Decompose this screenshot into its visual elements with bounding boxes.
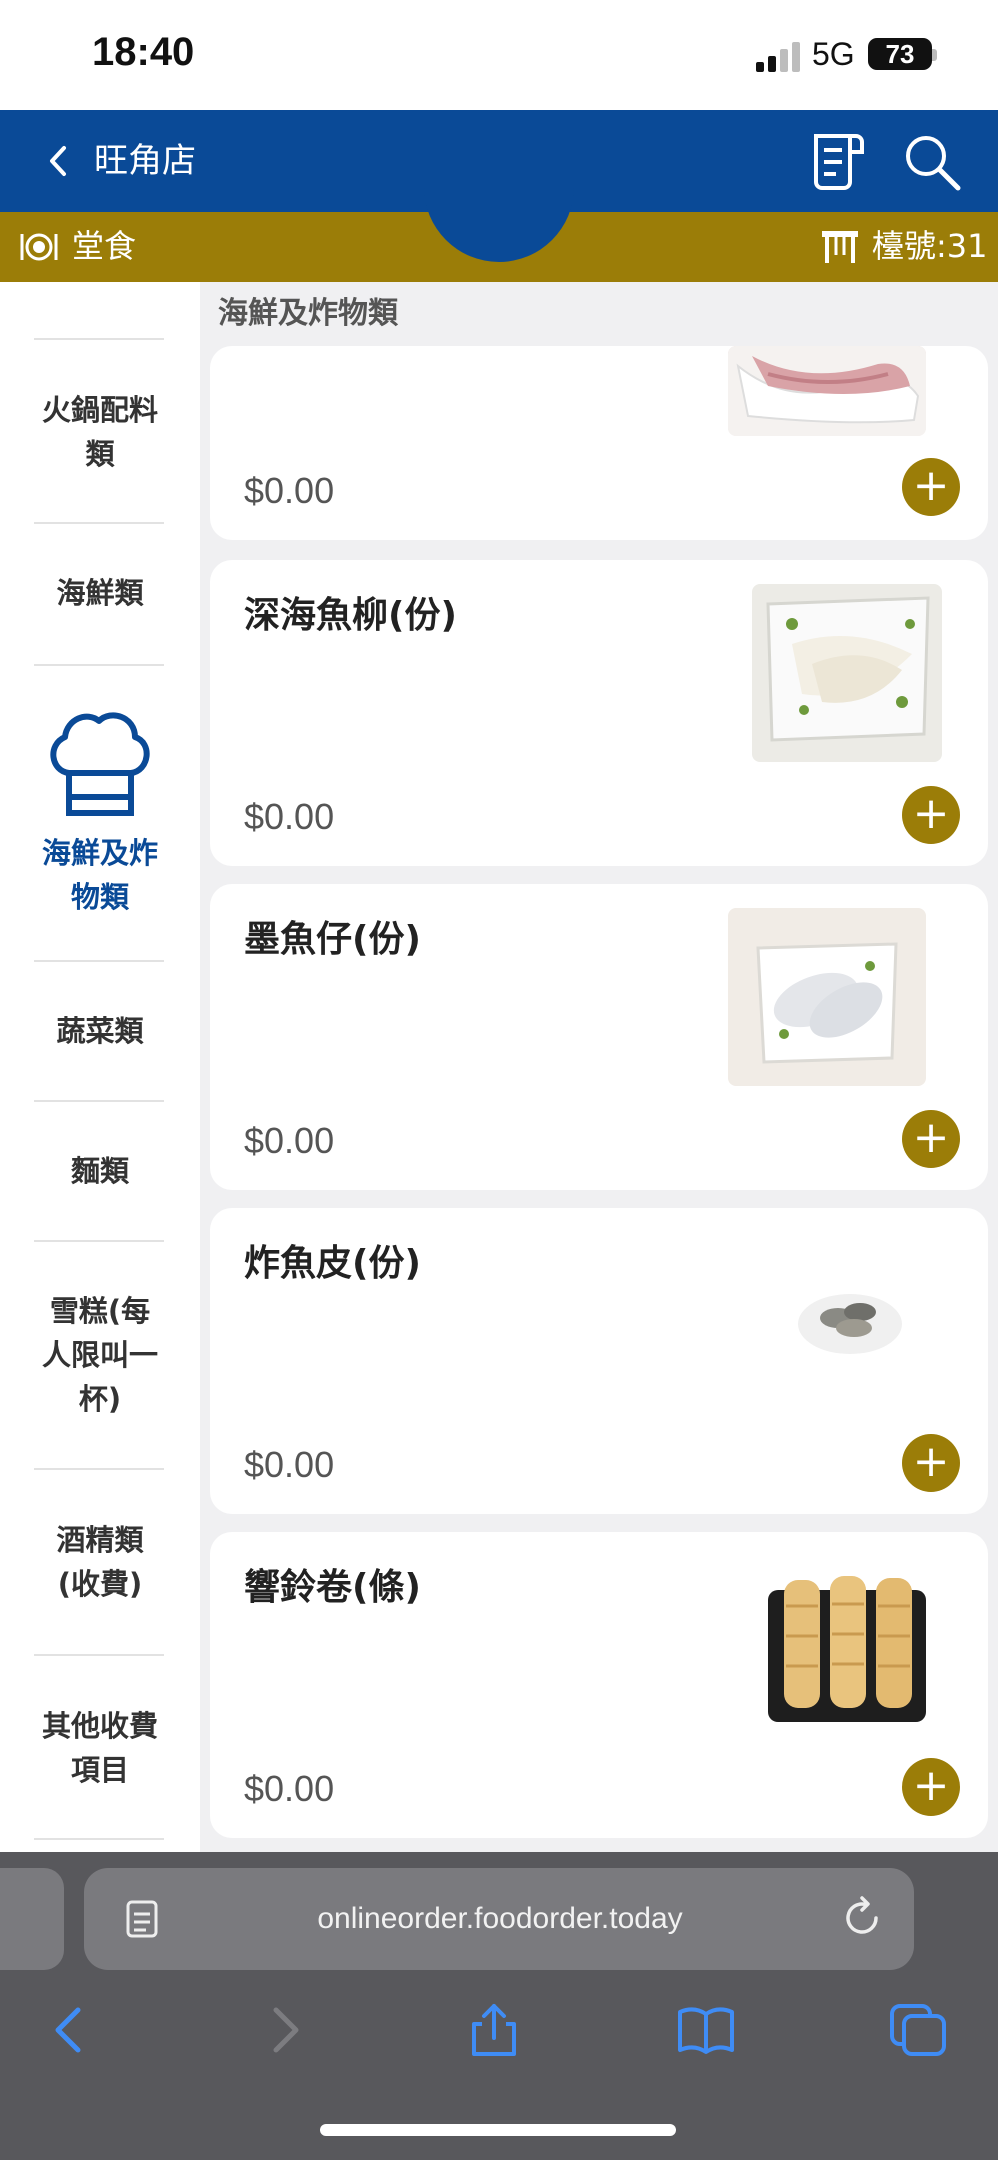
cuttlefish-image bbox=[728, 908, 926, 1086]
url-text[interactable]: onlineorder.foodorder.today bbox=[200, 1898, 800, 1940]
battery-nub bbox=[932, 49, 937, 61]
sidebar-item-noodles[interactable]: 麵類 bbox=[0, 1102, 200, 1240]
sidebar-divider bbox=[34, 1838, 164, 1840]
menu-item-card[interactable]: 響鈴卷(條) $0.00 + bbox=[210, 1532, 988, 1838]
add-item-button[interactable]: + bbox=[902, 458, 960, 516]
sidebar-item-alcohol[interactable]: 酒精類(收費) bbox=[0, 1470, 200, 1654]
fried-fish-skin-photo bbox=[790, 1266, 910, 1366]
back-icon[interactable] bbox=[38, 138, 78, 184]
sidebar-item-label: 麵類 bbox=[70, 1154, 129, 1188]
dine-in-icon bbox=[20, 233, 58, 261]
sidebar-item-label: 火鍋配料類 bbox=[41, 393, 158, 471]
browser-back-icon[interactable] bbox=[40, 2002, 100, 2058]
sidebar-item-other-charges[interactable]: 其他收費項目 bbox=[0, 1656, 200, 1840]
dine-in-label: 堂食 bbox=[72, 227, 137, 265]
sidebar-divider bbox=[34, 338, 164, 340]
table-number: 檯號:31 bbox=[872, 227, 988, 265]
table-icon bbox=[822, 231, 858, 263]
sidebar-item-label: 雪糕(每人限叫一杯) bbox=[41, 1294, 158, 1416]
fish-skin-image bbox=[790, 1266, 910, 1366]
sidebar-item-seafood[interactable]: 海鮮類 bbox=[0, 524, 200, 662]
browser-forward-icon[interactable] bbox=[254, 2002, 314, 2058]
reload-icon[interactable] bbox=[840, 1896, 884, 1940]
add-item-button[interactable]: + bbox=[902, 786, 960, 844]
sidebar-item-label: 海鮮及炸物類 bbox=[41, 836, 158, 914]
menu-item-card[interactable]: $0.00 + bbox=[210, 346, 988, 540]
beancurd-roll-image bbox=[758, 1556, 936, 1732]
fish-slices-photo bbox=[728, 346, 926, 436]
beancurd-roll-photo bbox=[758, 1556, 936, 1732]
home-indicator bbox=[320, 2124, 676, 2136]
item-name: 響鈴卷(條) bbox=[244, 1567, 421, 1608]
item-name: 墨魚仔(份) bbox=[244, 919, 421, 960]
sidebar-item-seafood-fried[interactable]: 海鮮及炸物類 bbox=[0, 666, 200, 958]
previous-tab-preview[interactable] bbox=[0, 1868, 64, 1970]
sidebar-item-label: 其他收費項目 bbox=[41, 1709, 158, 1787]
add-item-button[interactable]: + bbox=[902, 1758, 960, 1816]
item-name: 深海魚柳(份) bbox=[244, 595, 457, 636]
chef-hat-icon bbox=[50, 712, 150, 816]
menu-item-card[interactable]: 炸魚皮(份) $0.00 + bbox=[210, 1208, 988, 1514]
network-label: 5G bbox=[812, 36, 855, 72]
sidebar-item-label: 酒精類(收費) bbox=[56, 1523, 144, 1601]
item-name: 炸魚皮(份) bbox=[244, 1243, 421, 1284]
store-title: 旺角店 bbox=[94, 141, 196, 181]
share-icon[interactable] bbox=[464, 2002, 524, 2058]
item-price: $0.00 bbox=[244, 1120, 335, 1161]
sidebar-item-vegetables[interactable]: 蔬菜類 bbox=[0, 962, 200, 1100]
order-list-icon[interactable] bbox=[810, 132, 866, 192]
item-price: $0.00 bbox=[244, 470, 335, 511]
tabs-icon[interactable] bbox=[888, 2002, 948, 2058]
battery-icon: 73 bbox=[868, 38, 932, 70]
baby-cuttlefish-photo bbox=[728, 908, 926, 1086]
signal-icon bbox=[756, 42, 800, 72]
category-sidebar: 火鍋配料類 海鮮類 海鮮及炸物類 蔬菜類 麵類 雪糕(每人限叫一杯) 酒精類(收… bbox=[0, 282, 200, 1852]
sidebar-item-hotpot-ingredients[interactable]: 火鍋配料類 bbox=[0, 342, 200, 522]
menu-item-card[interactable]: 深海魚柳(份) $0.00 + bbox=[210, 560, 988, 866]
sidebar-item-ice-cream[interactable]: 雪糕(每人限叫一杯) bbox=[0, 1242, 200, 1468]
fish-slices-image bbox=[728, 346, 926, 436]
fish-fillet-image bbox=[752, 584, 942, 762]
search-icon[interactable] bbox=[900, 130, 964, 194]
sidebar-item-label: 蔬菜類 bbox=[56, 1014, 144, 1048]
reader-icon[interactable] bbox=[124, 1898, 160, 1940]
menu-item-card[interactable]: 墨魚仔(份) $0.00 + bbox=[210, 884, 988, 1190]
bookmarks-icon[interactable] bbox=[676, 2002, 736, 2058]
add-item-button[interactable]: + bbox=[902, 1434, 960, 1492]
section-title: 海鮮及炸物類 bbox=[218, 296, 398, 331]
status-time: 18:40 bbox=[92, 30, 195, 74]
fish-fillet-photo bbox=[752, 584, 942, 762]
item-price: $0.00 bbox=[244, 1768, 335, 1809]
item-price: $0.00 bbox=[244, 1444, 335, 1485]
add-item-button[interactable]: + bbox=[902, 1110, 960, 1168]
item-price: $0.00 bbox=[244, 796, 335, 837]
sidebar-item-label: 海鮮類 bbox=[56, 576, 144, 610]
